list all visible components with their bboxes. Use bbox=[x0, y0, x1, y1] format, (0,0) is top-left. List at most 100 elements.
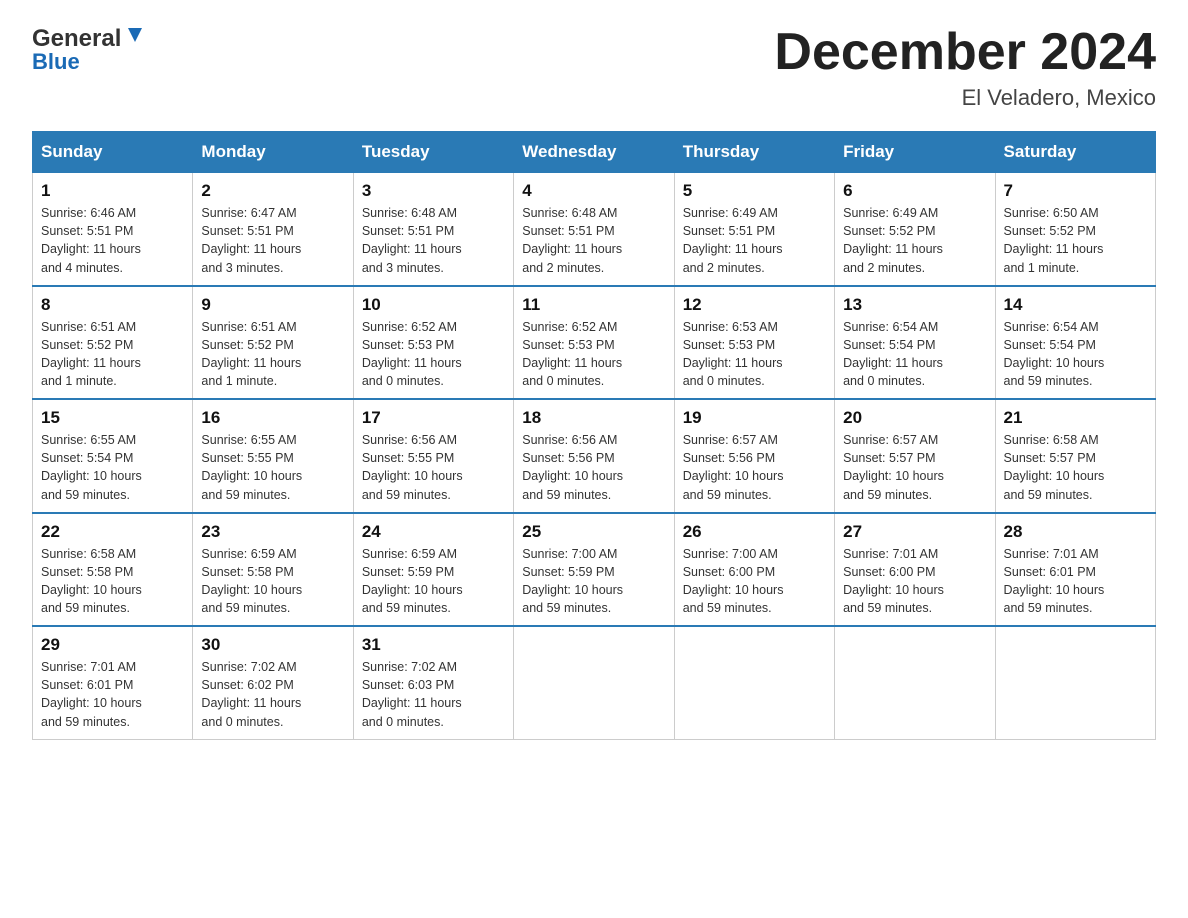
calendar-cell: 1Sunrise: 6:46 AM Sunset: 5:51 PM Daylig… bbox=[33, 173, 193, 286]
day-info: Sunrise: 7:00 AM Sunset: 5:59 PM Dayligh… bbox=[522, 547, 623, 615]
day-number: 28 bbox=[1004, 522, 1147, 542]
day-number: 21 bbox=[1004, 408, 1147, 428]
day-info: Sunrise: 6:47 AM Sunset: 5:51 PM Dayligh… bbox=[201, 206, 301, 274]
calendar-cell: 28 Sunrise: 7:01 AM Sunset: 6:01 PM Dayli… bbox=[995, 513, 1155, 627]
day-info: Sunrise: 6:48 AM Sunset: 5:51 PM Dayligh… bbox=[522, 206, 622, 274]
day-number: 17 bbox=[362, 408, 505, 428]
calendar-cell: 31 Sunrise: 7:02 AM Sunset: 6:03 PM Dayli… bbox=[353, 626, 513, 739]
day-info: Sunrise: 6:56 AM Sunset: 5:55 PM Dayligh… bbox=[362, 433, 463, 501]
day-number: 3 bbox=[362, 181, 505, 201]
column-header-monday: Monday bbox=[193, 132, 353, 173]
day-number: 12 bbox=[683, 295, 826, 315]
page-header: General Blue December 2024 El Veladero, … bbox=[32, 24, 1156, 111]
day-number: 18 bbox=[522, 408, 665, 428]
calendar-cell bbox=[995, 626, 1155, 739]
calendar-cell: 25 Sunrise: 7:00 AM Sunset: 5:59 PM Dayli… bbox=[514, 513, 674, 627]
calendar-cell: 24 Sunrise: 6:59 AM Sunset: 5:59 PM Dayli… bbox=[353, 513, 513, 627]
day-info: Sunrise: 6:57 AM Sunset: 5:57 PM Dayligh… bbox=[843, 433, 944, 501]
day-info: Sunrise: 6:58 AM Sunset: 5:58 PM Dayligh… bbox=[41, 547, 142, 615]
calendar-cell: 19 Sunrise: 6:57 AM Sunset: 5:56 PM Dayli… bbox=[674, 399, 834, 513]
calendar-cell: 29 Sunrise: 7:01 AM Sunset: 6:01 PM Dayli… bbox=[33, 626, 193, 739]
day-info: Sunrise: 6:58 AM Sunset: 5:57 PM Dayligh… bbox=[1004, 433, 1105, 501]
day-number: 19 bbox=[683, 408, 826, 428]
calendar-table: SundayMondayTuesdayWednesdayThursdayFrid… bbox=[32, 131, 1156, 740]
day-number: 10 bbox=[362, 295, 505, 315]
day-number: 23 bbox=[201, 522, 344, 542]
calendar-week-row: 22 Sunrise: 6:58 AM Sunset: 5:58 PM Dayli… bbox=[33, 513, 1156, 627]
calendar-week-row: 29 Sunrise: 7:01 AM Sunset: 6:01 PM Dayli… bbox=[33, 626, 1156, 739]
column-header-wednesday: Wednesday bbox=[514, 132, 674, 173]
day-number: 14 bbox=[1004, 295, 1147, 315]
calendar-cell: 20 Sunrise: 6:57 AM Sunset: 5:57 PM Dayli… bbox=[835, 399, 995, 513]
day-info: Sunrise: 7:01 AM Sunset: 6:00 PM Dayligh… bbox=[843, 547, 944, 615]
calendar-cell: 6 Sunrise: 6:49 AM Sunset: 5:52 PM Daylig… bbox=[835, 173, 995, 286]
day-number: 26 bbox=[683, 522, 826, 542]
calendar-cell: 10 Sunrise: 6:52 AM Sunset: 5:53 PM Dayli… bbox=[353, 286, 513, 400]
day-info: Sunrise: 6:59 AM Sunset: 5:58 PM Dayligh… bbox=[201, 547, 302, 615]
column-header-sunday: Sunday bbox=[33, 132, 193, 173]
day-info: Sunrise: 6:49 AM Sunset: 5:52 PM Dayligh… bbox=[843, 206, 943, 274]
calendar-cell: 16Sunrise: 6:55 AM Sunset: 5:55 PM Dayli… bbox=[193, 399, 353, 513]
calendar-cell: 12 Sunrise: 6:53 AM Sunset: 5:53 PM Dayli… bbox=[674, 286, 834, 400]
calendar-cell: 30 Sunrise: 7:02 AM Sunset: 6:02 PM Dayli… bbox=[193, 626, 353, 739]
calendar-cell: 21 Sunrise: 6:58 AM Sunset: 5:57 PM Dayli… bbox=[995, 399, 1155, 513]
day-info: Sunrise: 7:00 AM Sunset: 6:00 PM Dayligh… bbox=[683, 547, 784, 615]
day-number: 29 bbox=[41, 635, 184, 655]
day-info: Sunrise: 6:51 AM Sunset: 5:52 PM Dayligh… bbox=[41, 320, 141, 388]
day-number: 20 bbox=[843, 408, 986, 428]
column-header-thursday: Thursday bbox=[674, 132, 834, 173]
day-info: Sunrise: 6:50 AM Sunset: 5:52 PM Dayligh… bbox=[1004, 206, 1104, 274]
location-title: El Veladero, Mexico bbox=[774, 85, 1156, 111]
calendar-week-row: 1Sunrise: 6:46 AM Sunset: 5:51 PM Daylig… bbox=[33, 173, 1156, 286]
day-number: 15 bbox=[41, 408, 184, 428]
calendar-cell: 14 Sunrise: 6:54 AM Sunset: 5:54 PM Dayli… bbox=[995, 286, 1155, 400]
day-info: Sunrise: 6:59 AM Sunset: 5:59 PM Dayligh… bbox=[362, 547, 463, 615]
day-info: Sunrise: 6:54 AM Sunset: 5:54 PM Dayligh… bbox=[843, 320, 943, 388]
column-header-saturday: Saturday bbox=[995, 132, 1155, 173]
calendar-cell: 18 Sunrise: 6:56 AM Sunset: 5:56 PM Dayli… bbox=[514, 399, 674, 513]
calendar-cell: 23 Sunrise: 6:59 AM Sunset: 5:58 PM Dayli… bbox=[193, 513, 353, 627]
day-info: Sunrise: 7:01 AM Sunset: 6:01 PM Dayligh… bbox=[41, 660, 142, 728]
day-info: Sunrise: 7:02 AM Sunset: 6:03 PM Dayligh… bbox=[362, 660, 462, 728]
day-number: 4 bbox=[522, 181, 665, 201]
day-number: 30 bbox=[201, 635, 344, 655]
day-info: Sunrise: 6:52 AM Sunset: 5:53 PM Dayligh… bbox=[522, 320, 622, 388]
calendar-cell: 27 Sunrise: 7:01 AM Sunset: 6:00 PM Dayli… bbox=[835, 513, 995, 627]
day-info: Sunrise: 7:01 AM Sunset: 6:01 PM Dayligh… bbox=[1004, 547, 1105, 615]
column-header-friday: Friday bbox=[835, 132, 995, 173]
calendar-cell: 2 Sunrise: 6:47 AM Sunset: 5:51 PM Daylig… bbox=[193, 173, 353, 286]
day-info: Sunrise: 6:57 AM Sunset: 5:56 PM Dayligh… bbox=[683, 433, 784, 501]
day-number: 11 bbox=[522, 295, 665, 315]
calendar-cell: 4 Sunrise: 6:48 AM Sunset: 5:51 PM Daylig… bbox=[514, 173, 674, 286]
day-info: Sunrise: 6:52 AM Sunset: 5:53 PM Dayligh… bbox=[362, 320, 462, 388]
calendar-week-row: 15Sunrise: 6:55 AM Sunset: 5:54 PM Dayli… bbox=[33, 399, 1156, 513]
logo: General Blue bbox=[32, 24, 146, 75]
day-info: Sunrise: 6:53 AM Sunset: 5:53 PM Dayligh… bbox=[683, 320, 783, 388]
day-number: 9 bbox=[201, 295, 344, 315]
calendar-cell: 5Sunrise: 6:49 AM Sunset: 5:51 PM Daylig… bbox=[674, 173, 834, 286]
day-number: 24 bbox=[362, 522, 505, 542]
logo-arrow-icon bbox=[124, 24, 146, 53]
calendar-week-row: 8Sunrise: 6:51 AM Sunset: 5:52 PM Daylig… bbox=[33, 286, 1156, 400]
day-info: Sunrise: 6:51 AM Sunset: 5:52 PM Dayligh… bbox=[201, 320, 301, 388]
day-number: 25 bbox=[522, 522, 665, 542]
calendar-cell: 15Sunrise: 6:55 AM Sunset: 5:54 PM Dayli… bbox=[33, 399, 193, 513]
day-number: 6 bbox=[843, 181, 986, 201]
day-info: Sunrise: 7:02 AM Sunset: 6:02 PM Dayligh… bbox=[201, 660, 301, 728]
column-header-tuesday: Tuesday bbox=[353, 132, 513, 173]
day-info: Sunrise: 6:56 AM Sunset: 5:56 PM Dayligh… bbox=[522, 433, 623, 501]
month-title: December 2024 bbox=[774, 24, 1156, 81]
day-info: Sunrise: 6:54 AM Sunset: 5:54 PM Dayligh… bbox=[1004, 320, 1105, 388]
day-number: 22 bbox=[41, 522, 184, 542]
calendar-cell: 22 Sunrise: 6:58 AM Sunset: 5:58 PM Dayli… bbox=[33, 513, 193, 627]
day-number: 1 bbox=[41, 181, 184, 201]
day-number: 5 bbox=[683, 181, 826, 201]
calendar-cell: 7 Sunrise: 6:50 AM Sunset: 5:52 PM Daylig… bbox=[995, 173, 1155, 286]
day-number: 7 bbox=[1004, 181, 1147, 201]
day-number: 13 bbox=[843, 295, 986, 315]
day-number: 31 bbox=[362, 635, 505, 655]
calendar-cell: 11 Sunrise: 6:52 AM Sunset: 5:53 PM Dayli… bbox=[514, 286, 674, 400]
title-area: December 2024 El Veladero, Mexico bbox=[774, 24, 1156, 111]
day-number: 2 bbox=[201, 181, 344, 201]
day-number: 27 bbox=[843, 522, 986, 542]
